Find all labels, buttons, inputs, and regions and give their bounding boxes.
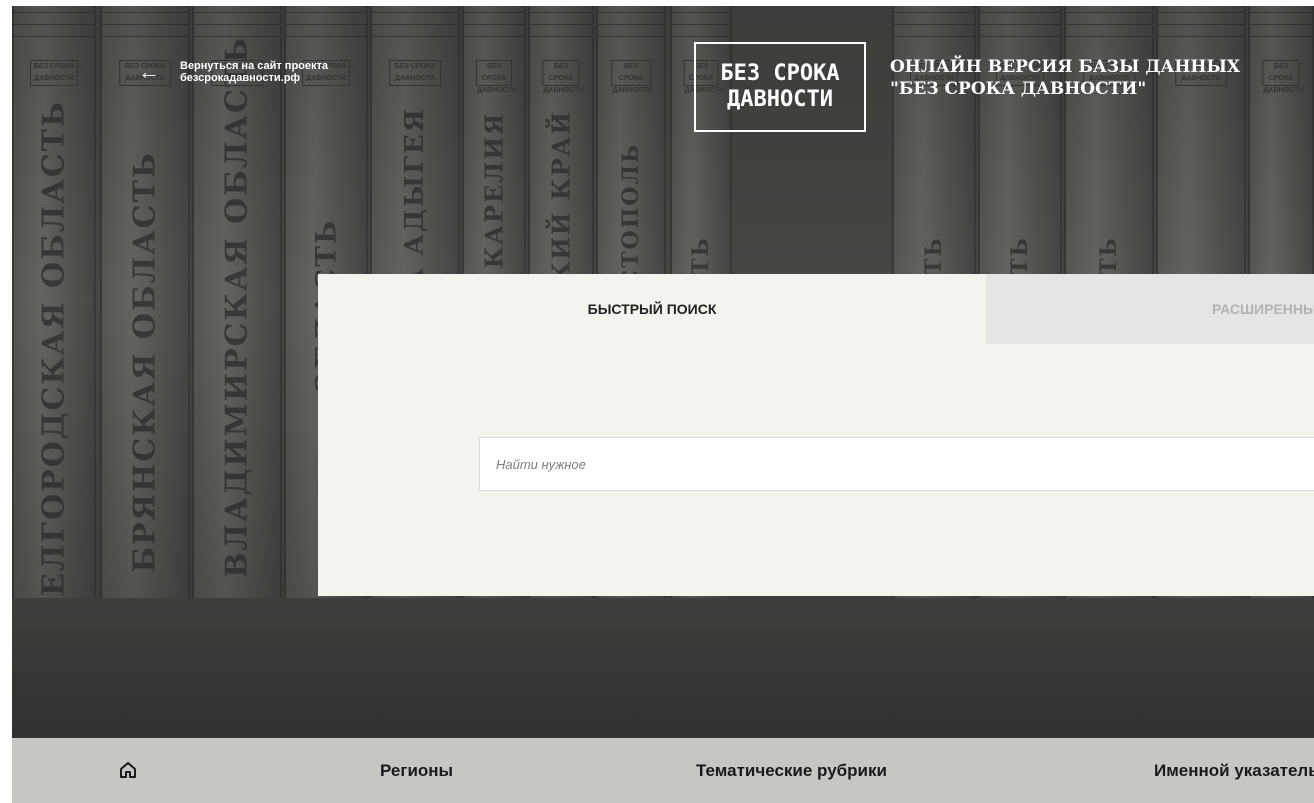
back-to-project-link[interactable]: ← Вернуться на сайт проекта безсрокадавн…	[138, 60, 328, 84]
site-logo[interactable]: БЕЗ СРОКА ДАВНОСТИ	[694, 42, 866, 132]
back-arrow-icon: ←	[138, 59, 160, 84]
bottom-nav: Регионы Тематические рубрики Именной ука…	[12, 738, 1314, 803]
logo-line-1: БЕЗ СРОКА	[720, 61, 840, 86]
nav-item-regions[interactable]: Регионы	[380, 738, 453, 803]
nav-item-topics[interactable]: Тематические рубрики	[696, 738, 887, 803]
logo-line-2: ДАВНОСТИ	[727, 87, 833, 112]
tab-quick-search[interactable]: БЫСТРЫЙ ПОИСК	[318, 274, 986, 344]
nav-item-name-index[interactable]: Именной указатель	[1154, 738, 1314, 803]
search-input[interactable]	[479, 437, 1314, 491]
site-title: ОНЛАЙН ВЕРСИЯ БАЗЫ ДАННЫХ "БЕЗ СРОКА ДАВ…	[890, 57, 1241, 99]
home-icon[interactable]	[118, 760, 138, 780]
tab-advanced-search[interactable]: РАСШИРЕННЫЙ ПОИСК	[986, 274, 1314, 344]
back-link-text: Вернуться на сайт проекта безсрокадавнос…	[180, 60, 329, 84]
search-panel: БЫСТРЫЙ ПОИСК РАСШИРЕННЫЙ ПОИСК	[318, 274, 1314, 596]
